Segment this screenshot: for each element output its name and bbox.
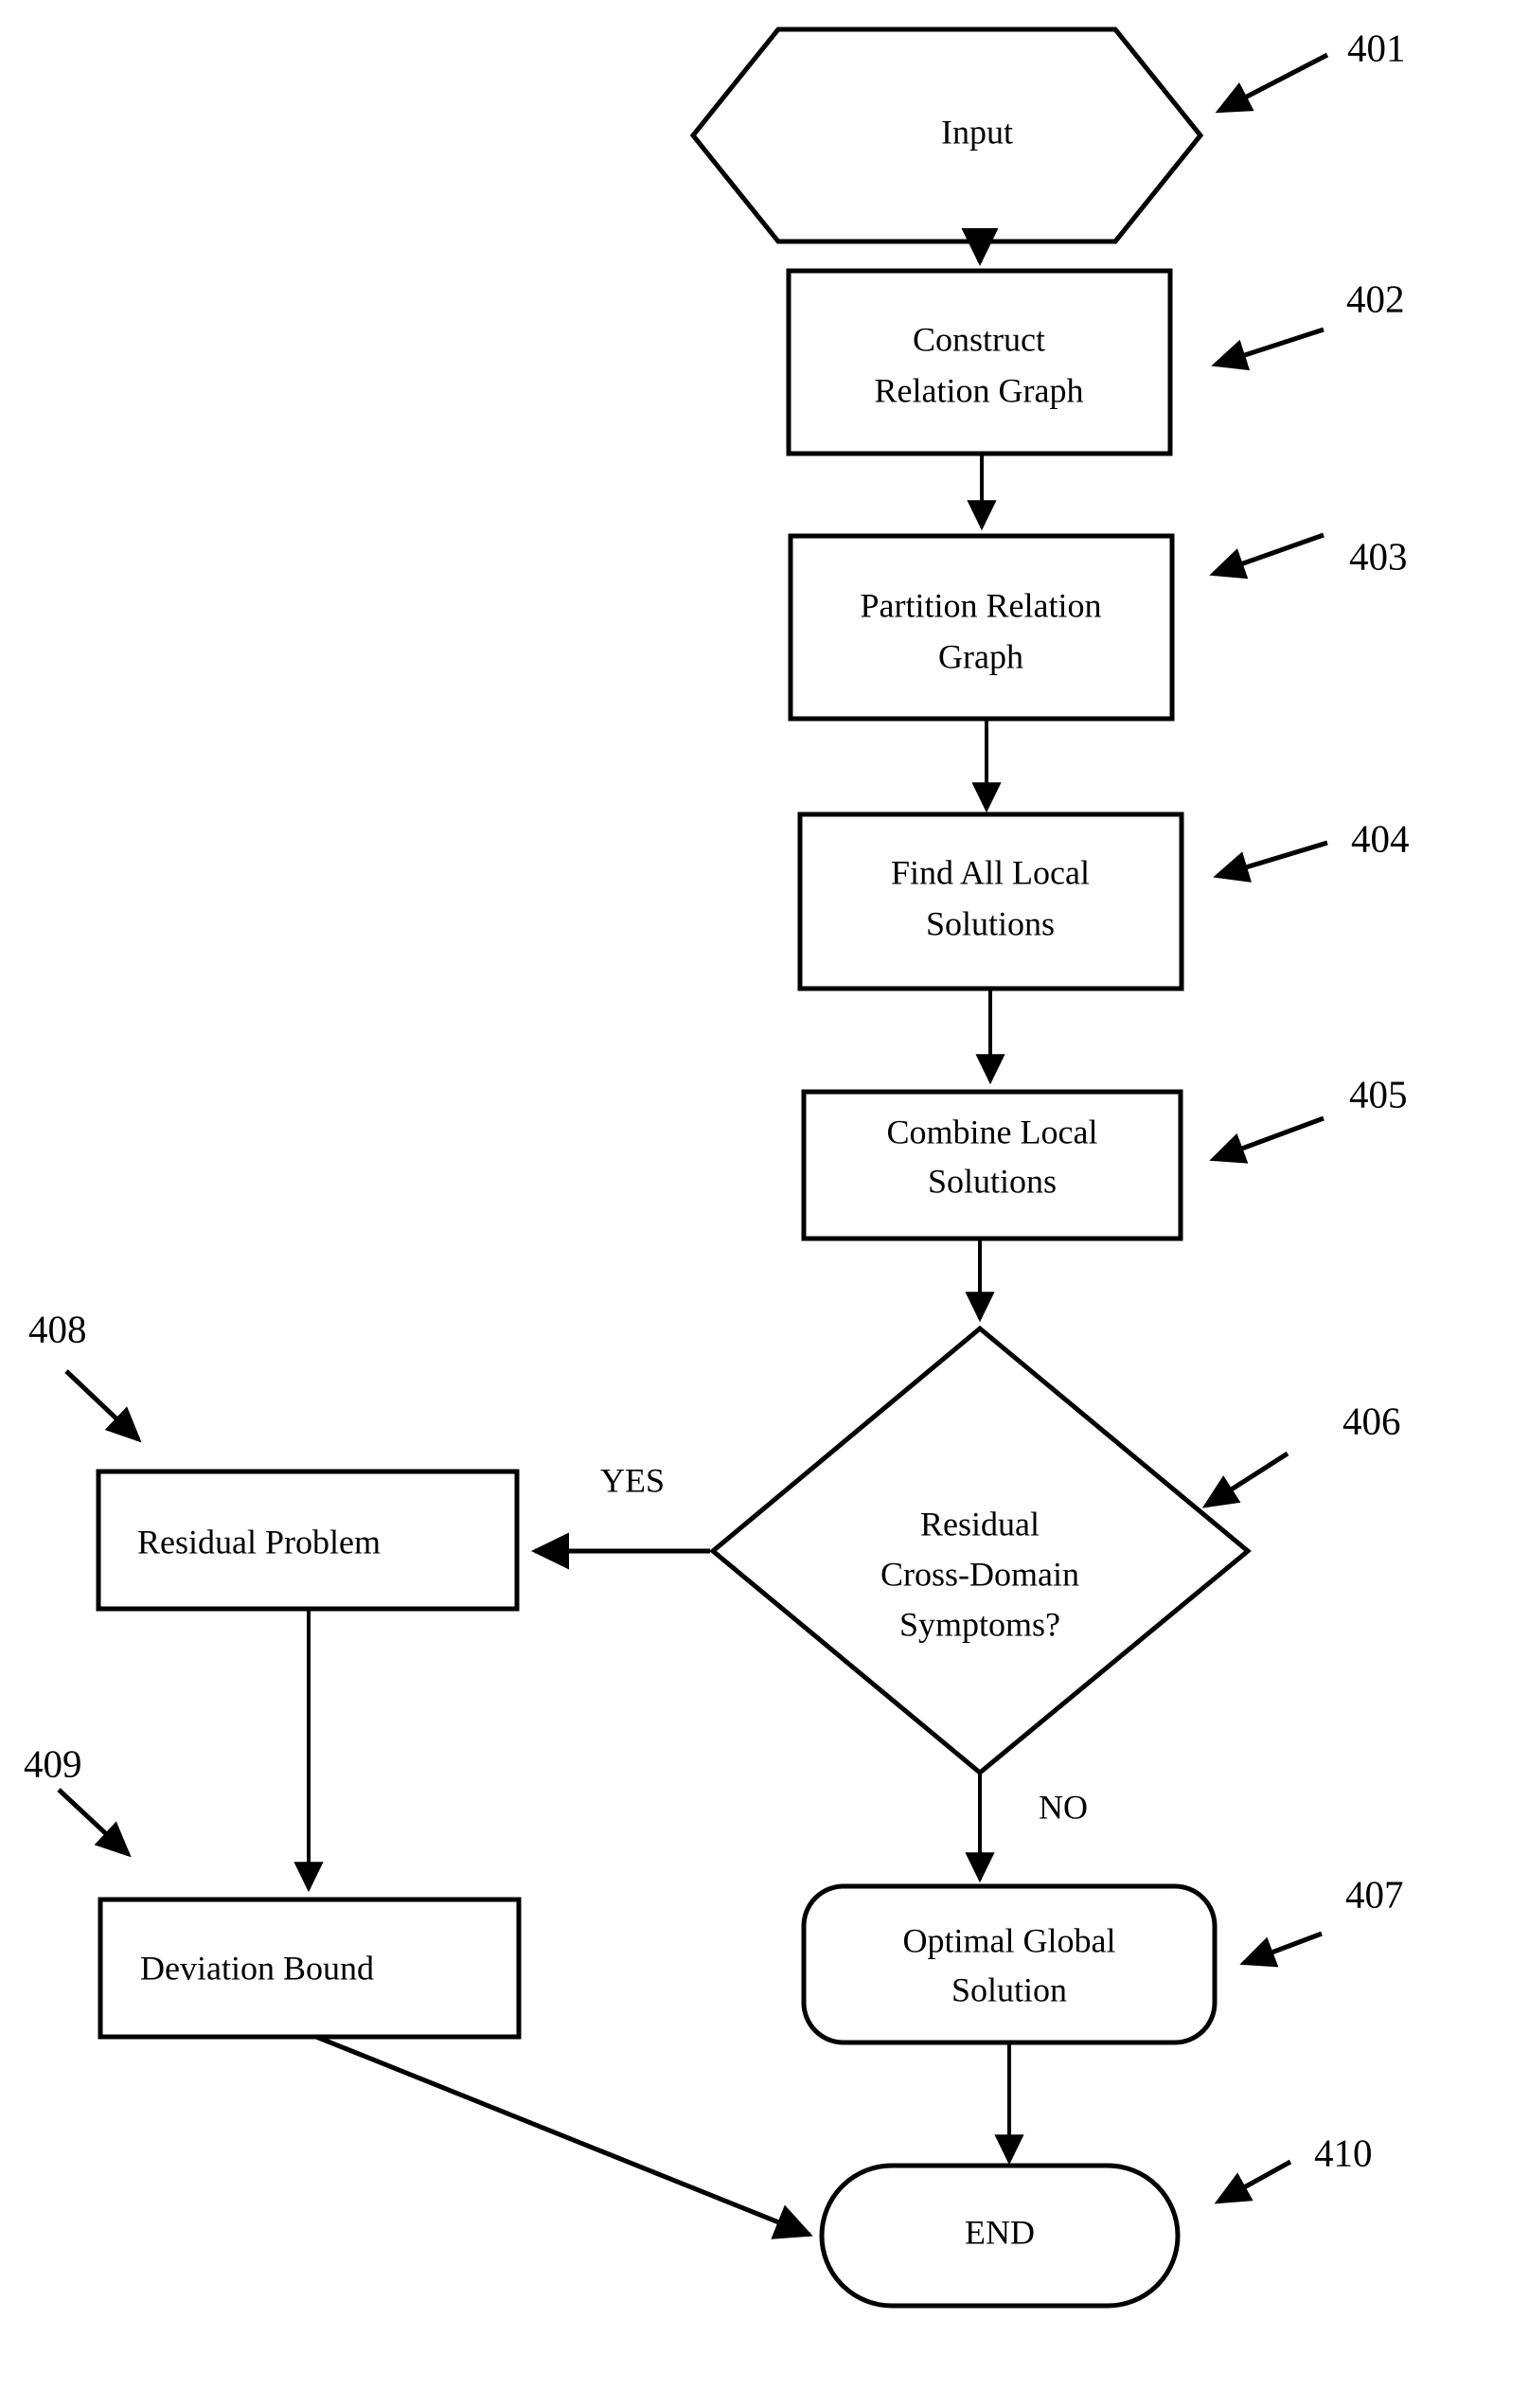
ref-callout-403: 403 [1209, 532, 1408, 580]
ref-callout-407: 407 [1239, 1872, 1404, 1968]
ref-callout-402: 402 [1211, 276, 1405, 371]
node-input-text: Input [941, 113, 1013, 151]
node-404-line2: Solutions [926, 904, 1055, 942]
node-combine-local-solutions: Combine Local Solutions [801, 1089, 1183, 1241]
ref-callout-410: 410 [1214, 2131, 1373, 2204]
rounded-rect-shape-407 [801, 1883, 1218, 2045]
ref-label-408: 408 [28, 1307, 87, 1350]
ref-label-409: 409 [24, 1741, 82, 1785]
node-find-all-local-solutions: Find All Local Solutions [797, 812, 1184, 991]
ref-label-405: 405 [1349, 1072, 1408, 1115]
ref-callout-408: 408 [28, 1307, 142, 1443]
ref-label-401: 401 [1347, 26, 1406, 69]
leader-line-407 [1239, 1931, 1323, 1968]
rect-shape-404 [797, 812, 1184, 991]
leader-line-410 [1214, 2159, 1292, 2204]
ref-label-406: 406 [1342, 1399, 1401, 1442]
node-403-line1: Partition Relation [861, 586, 1102, 624]
leader-line-406 [1201, 1451, 1289, 1508]
node-407-line1: Optimal Global [903, 1921, 1116, 1959]
leader-line-404 [1213, 840, 1328, 883]
ref-label-402: 402 [1346, 276, 1405, 320]
node-407-line2: Solution [951, 1971, 1067, 2008]
node-408-label: Residual Problem [137, 1523, 381, 1561]
edge-409-410 [315, 2034, 813, 2239]
edge-label-yes: YES [600, 1461, 665, 1499]
node-residual-problem: Residual Problem [96, 1469, 520, 1612]
rect-shape-402 [786, 268, 1173, 456]
node-402-line2: Relation Graph [875, 371, 1084, 409]
node-deviation-bound: Deviation Bound [98, 1897, 522, 2040]
leader-line-408 [64, 1369, 142, 1443]
rect-shape-403 [788, 533, 1175, 722]
node-406-line1: Residual [920, 1505, 1040, 1543]
node-end: END [819, 2163, 1181, 2309]
ref-callout-404: 404 [1213, 816, 1410, 883]
flowchart-svg: Input Construct Relation Graph Partition… [24, 26, 1410, 2309]
node-partition-relation-graph: Partition Relation Graph [788, 533, 1175, 722]
ref-callout-405: 405 [1209, 1072, 1408, 1164]
leader-line-403 [1209, 532, 1325, 580]
edge-label-no: NO [1039, 1788, 1088, 1826]
node-410-label: END [965, 2213, 1035, 2251]
node-406-line2: Cross-Domain [880, 1555, 1079, 1593]
node-optimal-global-solution: Optimal Global Solution [801, 1883, 1218, 2045]
node-403-line2: Graph [938, 637, 1023, 675]
node-residual-cross-domain-decision: Residual Cross-Domain Symptoms? [709, 1325, 1252, 1776]
node-input-outline: Input [689, 27, 1204, 244]
node-405-line1: Combine Local [887, 1113, 1098, 1150]
ref-label-407: 407 [1345, 1872, 1404, 1916]
leader-line-405 [1209, 1115, 1325, 1164]
ref-callout-406: 406 [1201, 1399, 1401, 1508]
node-404-line1: Find All Local [891, 853, 1090, 891]
diamond-shape-406 [709, 1325, 1252, 1776]
node-402-line1: Construct [913, 320, 1045, 358]
ref-label-403: 403 [1349, 534, 1408, 578]
node-405-line2: Solutions [928, 1162, 1057, 1200]
node-construct-relation-graph: Construct Relation Graph [786, 268, 1173, 456]
node-409-label: Deviation Bound [140, 1949, 374, 1987]
leader-line-409 [57, 1788, 132, 1858]
ref-callout-401: 401 [1215, 26, 1406, 114]
ref-label-404: 404 [1351, 816, 1410, 860]
leader-line-402 [1211, 327, 1325, 371]
node-406-line3: Symptoms? [899, 1605, 1060, 1643]
ref-callout-409: 409 [24, 1741, 132, 1858]
leader-line-401 [1215, 52, 1329, 114]
ref-label-410: 410 [1314, 2131, 1373, 2174]
figure-canvas: Input Construct Relation Graph Partition… [0, 0, 1529, 2408]
